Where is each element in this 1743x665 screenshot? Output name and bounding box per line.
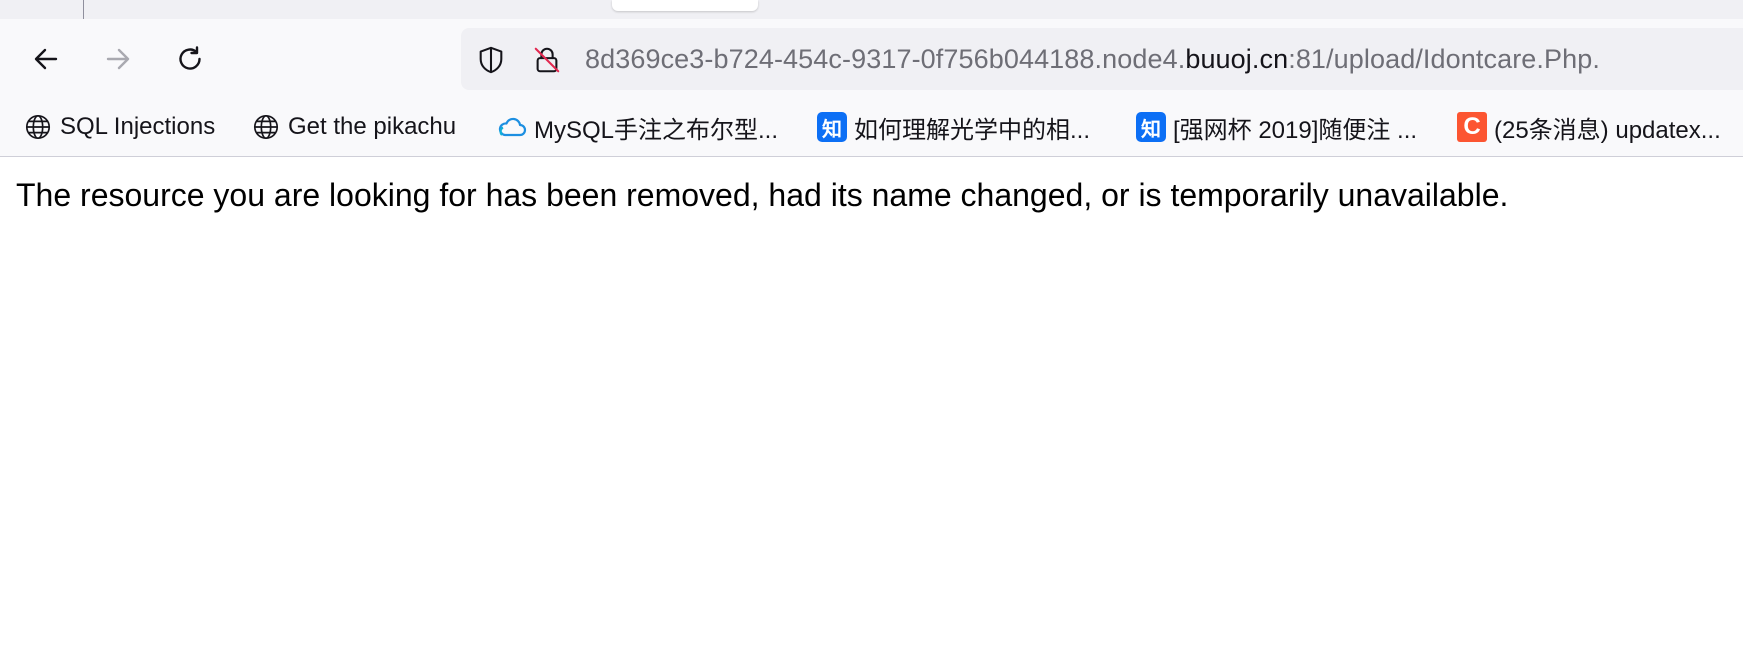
globe-icon [22, 111, 54, 143]
url-domain: buuoj.cn [1185, 44, 1289, 74]
bookmark-label: MySQL手注之布尔型... [534, 116, 779, 144]
arrow-left-icon [34, 48, 58, 70]
tab-divider [83, 0, 84, 19]
zhihu-icon: 知 [1135, 111, 1167, 143]
bookmark-label: [强网杯 2019]随便注 ... [1173, 116, 1418, 144]
back-button[interactable] [27, 40, 65, 78]
bookmark-csdn-updatexml[interactable]: C (25条消息) updatex... [1456, 109, 1721, 145]
csdn-logo: C [1457, 112, 1487, 142]
tab-strip [0, 0, 1743, 19]
forward-button[interactable] [99, 40, 137, 78]
bookmark-sql-injections[interactable]: SQL Injections [22, 109, 215, 145]
insecure-lock-icon[interactable] [531, 44, 563, 76]
cloud-icon [496, 111, 528, 143]
csdn-icon: C [1456, 111, 1488, 143]
zhihu-logo: 知 [817, 112, 847, 142]
bookmark-label: Get the pikachu [288, 113, 457, 140]
arrow-right-icon [106, 48, 130, 70]
zhihu-logo: 知 [1136, 112, 1166, 142]
active-tab[interactable] [612, 0, 758, 11]
bookmark-label: SQL Injections [60, 113, 216, 140]
bookmark-mysql-boolean[interactable]: MySQL手注之布尔型... [496, 109, 778, 145]
shield-icon[interactable] [475, 44, 507, 76]
url-prefix: 8d369ce3-b724-454c-9317-0f756b044188.nod… [585, 44, 1186, 74]
bookmark-zhihu-qwb[interactable]: 知 [强网杯 2019]随便注 ... [1135, 109, 1417, 145]
bookmarks-toolbar: SQL Injections Get the pikachu MySQL手注之布… [0, 99, 1743, 157]
bookmark-get-the-pikachu[interactable]: Get the pikachu [250, 109, 456, 145]
bookmark-zhihu-optics[interactable]: 知 如何理解光学中的相... [816, 109, 1090, 145]
reload-icon [179, 46, 201, 70]
zhihu-icon: 知 [816, 111, 848, 143]
globe-icon [250, 111, 282, 143]
error-message: The resource you are looking for has bee… [16, 177, 1509, 213]
url-bar[interactable]: 8d369ce3-b724-454c-9317-0f756b044188.nod… [461, 28, 1743, 90]
navigation-toolbar: 8d369ce3-b724-454c-9317-0f756b044188.nod… [0, 19, 1743, 99]
url-text[interactable]: 8d369ce3-b724-454c-9317-0f756b044188.nod… [585, 42, 1600, 76]
url-suffix: :81/upload/Idontcare.Php. [1288, 44, 1600, 74]
bookmark-label: (25条消息) updatex... [1494, 116, 1721, 144]
bookmark-label: 如何理解光学中的相... [854, 116, 1091, 144]
reload-button[interactable] [171, 40, 209, 78]
